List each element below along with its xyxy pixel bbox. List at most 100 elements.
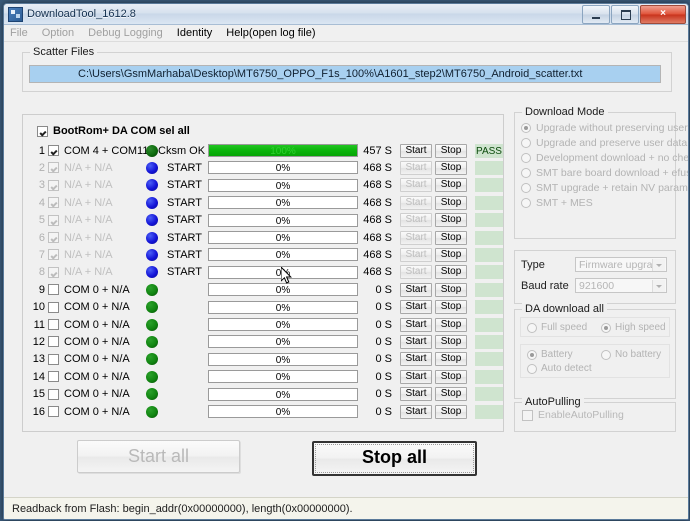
download-mode-option[interactable]: SMT upgrade + retain NV parameters [521, 182, 688, 194]
download-mode-radio[interactable] [521, 183, 531, 193]
elapsed-time: 457 S [363, 144, 392, 157]
da-full-speed-option[interactable]: Full speed [521, 322, 595, 333]
row-start-button[interactable]: Start [400, 178, 432, 193]
com-port-panel: BootRom+ DA COM sel all 1 COM 4 + COM11 Ck… [22, 114, 504, 432]
row-stop-button[interactable]: Stop [435, 387, 467, 402]
da-speed-panel: Full speed High speed [520, 317, 670, 337]
row-checkbox[interactable] [48, 145, 59, 156]
row-start-button[interactable]: Start [400, 160, 432, 175]
row-stop-button[interactable]: Stop [435, 282, 467, 297]
row-checkbox[interactable] [48, 214, 59, 226]
da-battery-radio[interactable] [527, 349, 537, 360]
row-start-button[interactable]: Start [400, 404, 432, 419]
row-stop-button[interactable]: Stop [435, 160, 467, 175]
row-checkbox[interactable] [48, 336, 59, 348]
row-start-button[interactable]: Start [400, 369, 432, 384]
menu-item-help[interactable]: Help(open log file) [226, 27, 323, 39]
select-all-checkbox[interactable] [37, 125, 48, 137]
row-start-button[interactable]: Start [400, 387, 432, 402]
da-no-battery-option[interactable]: No battery [595, 349, 669, 360]
row-stop-button[interactable]: Stop [435, 352, 467, 367]
da-auto-detect-radio[interactable] [527, 363, 537, 374]
da-auto-detect-option[interactable]: Auto detect [521, 363, 595, 374]
row-start-button[interactable]: Start [400, 247, 432, 262]
select-all-row[interactable]: BootRom+ DA COM sel all [37, 125, 190, 137]
da-high-speed-radio[interactable] [601, 322, 611, 333]
row-checkbox[interactable] [48, 371, 59, 383]
download-mode-option[interactable]: SMT + MES [521, 197, 675, 209]
row-stop-button[interactable]: Stop [435, 265, 467, 280]
row-start-button[interactable]: Start [400, 300, 432, 315]
download-mode-option[interactable]: SMT bare board download + efuse [521, 167, 688, 179]
download-mode-label: SMT + MES [536, 197, 593, 209]
row-checkbox[interactable] [48, 249, 59, 261]
download-mode-radio[interactable] [521, 198, 531, 208]
row-checkbox[interactable] [48, 179, 59, 191]
autopulling-row[interactable]: EnableAutoPulling [522, 409, 675, 421]
row-start-button[interactable]: Start [400, 265, 432, 280]
row-checkbox[interactable] [48, 284, 59, 296]
close-button[interactable]: × [640, 5, 686, 24]
baud-rate-select[interactable]: 921600 [575, 278, 667, 293]
row-checkbox[interactable] [48, 319, 59, 330]
menu-item-file[interactable]: File [10, 27, 36, 39]
download-mode-radio[interactable] [521, 138, 531, 148]
maximize-button[interactable] [611, 5, 639, 24]
enable-autopulling-checkbox[interactable] [522, 409, 533, 421]
row-checkbox[interactable] [48, 353, 59, 365]
row-checkbox[interactable] [48, 197, 59, 209]
row-stop-button[interactable]: Stop [435, 334, 467, 349]
row-stop-button[interactable]: Stop [435, 247, 467, 262]
minimize-button[interactable] [582, 5, 610, 24]
row-stop-button[interactable]: Stop [435, 317, 467, 332]
status-indicator-icon [146, 335, 158, 348]
row-start-button[interactable]: Start [400, 334, 432, 349]
status-badge [475, 178, 503, 193]
row-checkbox[interactable] [48, 406, 59, 417]
stop-all-button[interactable]: Stop all [312, 441, 477, 476]
download-mode-option[interactable]: Upgrade and preserve user data [521, 137, 687, 149]
menu-item-identity[interactable]: Identity [177, 27, 220, 39]
row-stop-button[interactable]: Stop [435, 404, 467, 419]
row-start-button[interactable]: Start [400, 317, 432, 332]
com-port-label: COM 0 + N/A [64, 301, 130, 314]
row-checkbox[interactable] [48, 232, 59, 243]
row-stop-button[interactable]: Stop [435, 195, 467, 210]
row-stop-button[interactable]: Stop [435, 230, 467, 245]
start-all-button[interactable]: Start all [77, 440, 240, 473]
download-mode-option[interactable]: Development download + no checksum [521, 152, 688, 164]
row-start-button[interactable]: Start [400, 195, 432, 210]
da-high-speed-option[interactable]: High speed [595, 322, 669, 333]
row-start-button[interactable]: Start [400, 352, 432, 367]
progress-bar: 0% [208, 265, 358, 279]
row-stop-button[interactable]: Stop [435, 178, 467, 193]
row-checkbox[interactable] [48, 388, 59, 400]
download-mode-radio[interactable] [521, 153, 531, 163]
row-stop-button[interactable]: Stop [435, 143, 467, 158]
scatter-path-input[interactable]: C:\Users\GsmMarhaba\Desktop\MT6750_OPPO_… [29, 65, 661, 83]
type-select[interactable]: Firmware upgrade [575, 257, 667, 272]
row-stop-button[interactable]: Stop [435, 213, 467, 228]
row-stop-button[interactable]: Stop [435, 369, 467, 384]
menu-item-option[interactable]: Option [42, 27, 82, 39]
da-battery-option[interactable]: Battery [521, 349, 595, 360]
download-mode-option[interactable]: Upgrade without preserving user data [521, 122, 688, 134]
row-checkbox[interactable] [48, 266, 59, 278]
scatter-path-value: C:\Users\GsmMarhaba\Desktop\MT6750_OPPO_… [30, 66, 660, 82]
row-index: 1 [38, 144, 45, 157]
row-start-button[interactable]: Start [400, 282, 432, 297]
row-start-button[interactable]: Start [400, 143, 432, 158]
row-checkbox[interactable] [48, 162, 59, 174]
download-mode-radio[interactable] [521, 123, 531, 133]
row-stop-button[interactable]: Stop [435, 300, 467, 315]
chevron-down-icon [652, 259, 665, 271]
row-checkbox[interactable] [48, 301, 59, 313]
download-mode-radio[interactable] [521, 168, 531, 178]
da-download-all-title: DA download all [522, 303, 607, 315]
menu-item-debug-logging[interactable]: Debug Logging [88, 27, 171, 39]
da-no-battery-radio[interactable] [601, 349, 611, 360]
row-start-button[interactable]: Start [400, 230, 432, 245]
da-full-speed-radio[interactable] [527, 322, 537, 333]
progress-bar: 0% [208, 352, 358, 366]
row-start-button[interactable]: Start [400, 213, 432, 228]
